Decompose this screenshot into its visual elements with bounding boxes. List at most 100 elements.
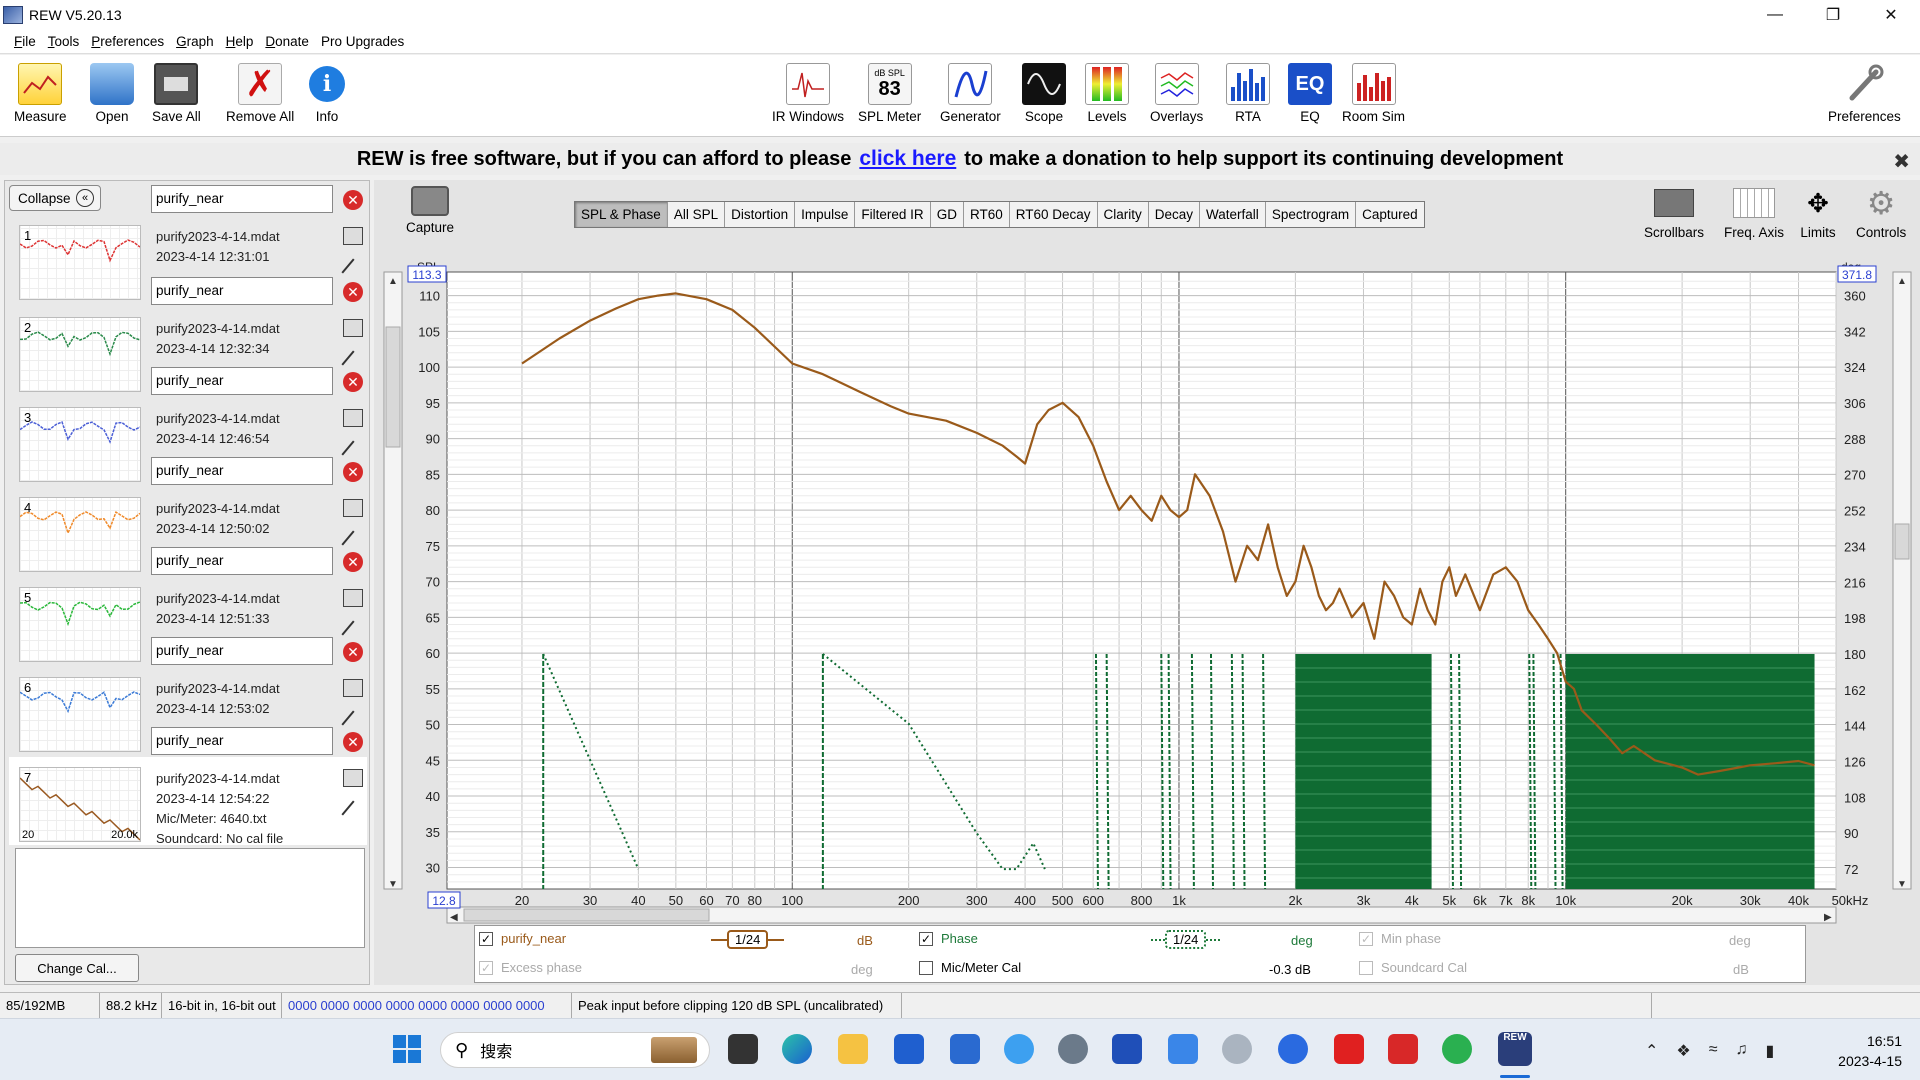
phase-smoothing-selector[interactable]: 1/24	[1151, 930, 1221, 949]
battery-icon[interactable]: ▮	[1766, 1041, 1775, 1061]
tab-captured[interactable]: Captured	[1356, 202, 1424, 227]
measurement-name-input[interactable]: purify_near	[151, 547, 333, 575]
pencil-icon[interactable]	[341, 800, 355, 816]
open-button[interactable]: Open	[90, 63, 134, 124]
right-scrollbar-thumb[interactable]	[1894, 523, 1910, 560]
horizontal-scrollbar-thumb[interactable]	[463, 908, 710, 922]
delete-measurement-icon[interactable]: ✕	[343, 642, 363, 662]
pencil-icon[interactable]	[341, 440, 355, 456]
delete-measurement-icon[interactable]: ✕	[343, 462, 363, 482]
legend-min-phase[interactable]: ✓ Min phase	[1359, 931, 1441, 946]
checkbox-phase[interactable]: ✓	[919, 931, 933, 946]
speaker-icon[interactable]: ♫	[1736, 1041, 1748, 1061]
legend-purify-near[interactable]: ✓ purify_near	[479, 931, 566, 946]
pencil-icon[interactable]	[341, 620, 355, 636]
controls-button[interactable]: ⚙ Controls	[1856, 185, 1906, 240]
tab-clarity[interactable]: Clarity	[1098, 202, 1149, 227]
pencil-icon[interactable]	[341, 258, 355, 274]
checkbox-min-phase[interactable]: ✓	[1359, 931, 1373, 946]
measurement-info-icon[interactable]	[343, 679, 363, 697]
measurement-name-input[interactable]: purify_near	[151, 277, 333, 305]
lark-icon[interactable]	[1278, 1034, 1308, 1064]
wifi-icon[interactable]: ≈	[1709, 1041, 1718, 1061]
input-method-icon[interactable]: ❖	[1676, 1041, 1690, 1061]
taskbar-search[interactable]: ⚲ 搜索	[440, 1032, 710, 1068]
measurement-info-icon[interactable]	[343, 769, 363, 787]
right-scrollbar[interactable]	[1892, 271, 1912, 890]
rta-button[interactable]: RTA	[1226, 63, 1270, 124]
tab-impulse[interactable]: Impulse	[795, 202, 856, 227]
scope-button[interactable]: Scope	[1022, 63, 1066, 124]
measurement-info-icon[interactable]	[343, 589, 363, 607]
spl-phase-plot[interactable]: 110 105 100 95 90 85 80 75 70 65 60 55 50 45 40 35 30 360…	[374, 252, 1920, 972]
close-banner-icon[interactable]: ✖	[1893, 149, 1910, 174]
ir-windows-button[interactable]: IR Windows	[772, 63, 844, 124]
measurement-info-icon[interactable]	[343, 319, 363, 337]
tab-filtered-ir[interactable]: Filtered IR	[855, 202, 931, 227]
settings-gear-icon[interactable]	[1058, 1034, 1088, 1064]
scrollbars-button[interactable]: Scrollbars	[1644, 186, 1704, 240]
measurement-thumbnail[interactable]: 4	[19, 497, 141, 572]
measurement-name-input[interactable]: purify_near	[151, 457, 333, 485]
myhp-icon[interactable]	[950, 1034, 980, 1064]
red-app-icon[interactable]	[1334, 1034, 1364, 1064]
measurement-info-icon[interactable]	[343, 499, 363, 517]
left-scrollbar-thumb[interactable]	[385, 326, 401, 448]
windows-start-icon[interactable]	[392, 1034, 422, 1064]
rew-taskbar-icon[interactable]: REW	[1498, 1032, 1532, 1066]
support-assist-icon[interactable]	[1004, 1034, 1034, 1064]
legend-phase[interactable]: ✓ Phase	[919, 931, 978, 946]
edge-browser-icon[interactable]	[782, 1034, 812, 1064]
scroll-up-icon[interactable]: ▲	[388, 276, 398, 287]
pencil-icon[interactable]	[341, 350, 355, 366]
legend-soundcard-cal[interactable]: Soundcard Cal	[1359, 960, 1467, 975]
scroll-left-icon[interactable]: ◀	[450, 912, 458, 923]
delete-measurement-icon[interactable]: ✕	[343, 190, 363, 210]
restore-button[interactable]: ❐	[1804, 0, 1862, 30]
delete-measurement-icon[interactable]: ✕	[343, 552, 363, 572]
measure-button[interactable]: Measure	[14, 63, 67, 124]
spl-meter-button[interactable]: dB SPL 83 SPL Meter	[858, 63, 921, 124]
file-explorer-icon[interactable]	[838, 1034, 868, 1064]
freq-axis-button[interactable]: Freq. Axis	[1724, 186, 1784, 240]
menu-file[interactable]: File	[8, 34, 42, 49]
measurement-thumbnail[interactable]: 7 20 20.0k	[19, 767, 141, 842]
pencil-icon[interactable]	[341, 710, 355, 726]
generator-button[interactable]: Generator	[940, 63, 1001, 124]
tab-spectrogram[interactable]: Spectrogram	[1266, 202, 1357, 227]
eq-button[interactable]: EQ EQ	[1288, 63, 1332, 124]
task-view-icon[interactable]	[728, 1034, 758, 1064]
scroll-down-icon[interactable]: ▼	[388, 879, 398, 890]
room-sim-button[interactable]: Room Sim	[1342, 63, 1405, 124]
measurement-thumbnail[interactable]: 3	[19, 407, 141, 482]
measurement-info-icon[interactable]	[343, 409, 363, 427]
measurement-item[interactable]: 7 20 20.0k purify_near ✕ purify2023-4-14.mdat…	[9, 727, 367, 846]
spl-smoothing-selector[interactable]: 1/24	[711, 930, 785, 949]
measurement-thumbnail[interactable]: 1	[19, 225, 141, 300]
wps-icon[interactable]	[1388, 1034, 1418, 1064]
menu-donate[interactable]: Donate	[259, 34, 315, 49]
change-cal-button[interactable]: Change Cal...	[15, 954, 139, 982]
scroll-down-icon[interactable]: ▼	[1897, 879, 1907, 890]
taskbar-clock[interactable]: 16:51 2023-4-15	[1838, 1031, 1902, 1071]
scroll-up-icon[interactable]: ▲	[1897, 276, 1907, 287]
measurement-thumbnail[interactable]: 6	[19, 677, 141, 752]
wechat-icon[interactable]	[1442, 1034, 1472, 1064]
checkbox-mic-meter-cal[interactable]	[919, 960, 933, 975]
pencil-icon[interactable]	[341, 530, 355, 546]
chevron-up-icon[interactable]: ⌃	[1645, 1041, 1658, 1061]
tab-spl-phase[interactable]: SPL & Phase	[575, 202, 668, 227]
scroll-right-icon[interactable]: ▶	[1824, 912, 1832, 923]
word-icon[interactable]	[1112, 1034, 1142, 1064]
limits-button[interactable]: ✥ Limits	[1796, 186, 1840, 241]
measurement-name-input[interactable]: purify_near	[151, 367, 333, 395]
menu-pro-upgrades[interactable]: Pro Upgrades	[315, 34, 410, 49]
tab-waterfall[interactable]: Waterfall	[1200, 202, 1266, 227]
measurement-name-input[interactable]: purify_near	[151, 185, 333, 213]
tab-distortion[interactable]: Distortion	[725, 202, 796, 227]
measurement-thumbnail[interactable]: 5	[19, 587, 141, 662]
tab-all-spl[interactable]: All SPL	[668, 202, 726, 227]
measurement-name-input[interactable]: purify_near	[151, 727, 333, 755]
donation-link[interactable]: click here	[859, 147, 956, 171]
remove-all-button[interactable]: ✗ Remove All	[226, 63, 294, 124]
